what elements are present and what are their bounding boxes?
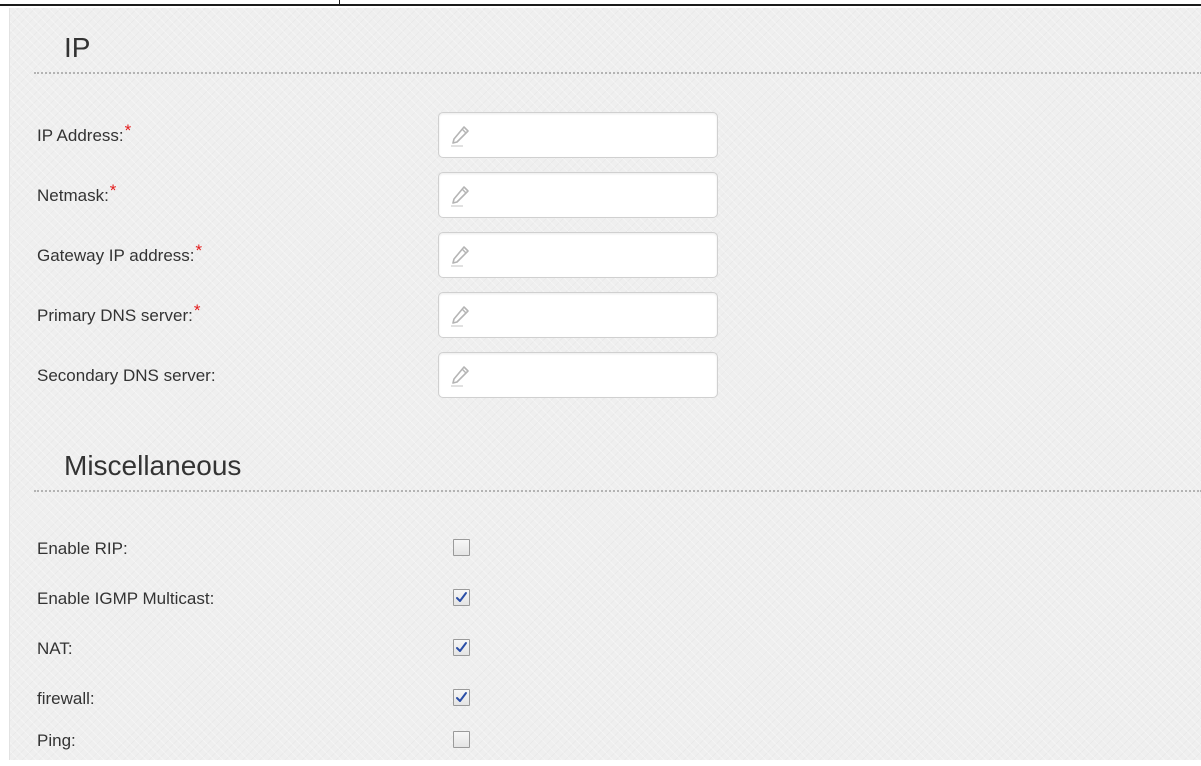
pencil-icon bbox=[451, 306, 469, 327]
enable-igmp-label: Enable IGMP Multicast: bbox=[37, 589, 215, 608]
firewall-checkbox[interactable] bbox=[453, 689, 470, 706]
netmask-row: Netmask:* bbox=[10, 172, 1201, 218]
enable-igmp-checkbox[interactable] bbox=[453, 589, 470, 606]
ping-row: Ping: bbox=[10, 726, 1201, 766]
secondary-dns-label-text: Secondary DNS server: bbox=[37, 366, 216, 385]
secondary-dns-label: Secondary DNS server: bbox=[37, 366, 217, 386]
ip-address-field[interactable] bbox=[438, 112, 718, 158]
ip-address-label-text: IP Address: bbox=[37, 126, 124, 145]
firewall-label: firewall: bbox=[37, 689, 95, 708]
check-icon bbox=[456, 692, 467, 702]
nat-row: NAT: bbox=[10, 634, 1201, 674]
required-marker: * bbox=[109, 181, 117, 200]
required-marker: * bbox=[193, 301, 201, 320]
secondary-dns-row: Secondary DNS server: bbox=[10, 352, 1201, 398]
ip-address-label: IP Address:* bbox=[37, 121, 131, 146]
nat-checkbox[interactable] bbox=[453, 639, 470, 656]
top-border-line bbox=[0, 4, 1201, 6]
misc-section-title: Miscellaneous bbox=[64, 450, 242, 481]
netmask-field[interactable] bbox=[438, 172, 718, 218]
pencil-icon bbox=[451, 126, 469, 147]
primary-dns-field[interactable] bbox=[438, 292, 718, 338]
primary-dns-input[interactable] bbox=[477, 293, 707, 337]
netmask-input[interactable] bbox=[477, 173, 707, 217]
ip-section-title: IP bbox=[64, 32, 91, 63]
ip-address-row: IP Address:* bbox=[10, 112, 1201, 158]
gateway-ip-label-text: Gateway IP address: bbox=[37, 246, 195, 265]
required-marker: * bbox=[124, 121, 132, 140]
pencil-icon bbox=[451, 186, 469, 207]
primary-dns-label-text: Primary DNS server: bbox=[37, 306, 193, 325]
enable-igmp-row: Enable IGMP Multicast: bbox=[10, 584, 1201, 624]
gateway-ip-field[interactable] bbox=[438, 232, 718, 278]
misc-section-divider bbox=[34, 490, 1201, 492]
gateway-ip-row: Gateway IP address:* bbox=[10, 232, 1201, 278]
ip-address-input[interactable] bbox=[477, 113, 707, 157]
secondary-dns-input[interactable] bbox=[477, 353, 707, 397]
netmask-label: Netmask:* bbox=[37, 181, 116, 206]
gateway-ip-input[interactable] bbox=[477, 233, 707, 277]
firewall-row: firewall: bbox=[10, 684, 1201, 724]
secondary-dns-field[interactable] bbox=[438, 352, 718, 398]
netmask-label-text: Netmask: bbox=[37, 186, 109, 205]
ping-checkbox[interactable] bbox=[453, 731, 470, 748]
check-icon bbox=[456, 592, 467, 602]
window-top-border bbox=[0, 0, 1201, 8]
top-border-divider bbox=[339, 0, 340, 5]
ip-section-divider bbox=[34, 72, 1201, 74]
primary-dns-label: Primary DNS server:* bbox=[37, 301, 200, 326]
enable-rip-checkbox[interactable] bbox=[453, 539, 470, 556]
pencil-icon bbox=[451, 366, 469, 387]
enable-rip-label: Enable RIP: bbox=[37, 539, 128, 558]
check-icon bbox=[456, 642, 467, 652]
nat-label: NAT: bbox=[37, 639, 73, 658]
required-marker: * bbox=[195, 241, 203, 260]
primary-dns-row: Primary DNS server:* bbox=[10, 292, 1201, 338]
pencil-icon bbox=[451, 246, 469, 267]
settings-panel: IP IP Address:* Netmask:* Gateway IP add… bbox=[9, 8, 1201, 760]
gateway-ip-label: Gateway IP address:* bbox=[37, 241, 202, 266]
ping-label: Ping: bbox=[37, 731, 76, 750]
enable-rip-row: Enable RIP: bbox=[10, 534, 1201, 574]
